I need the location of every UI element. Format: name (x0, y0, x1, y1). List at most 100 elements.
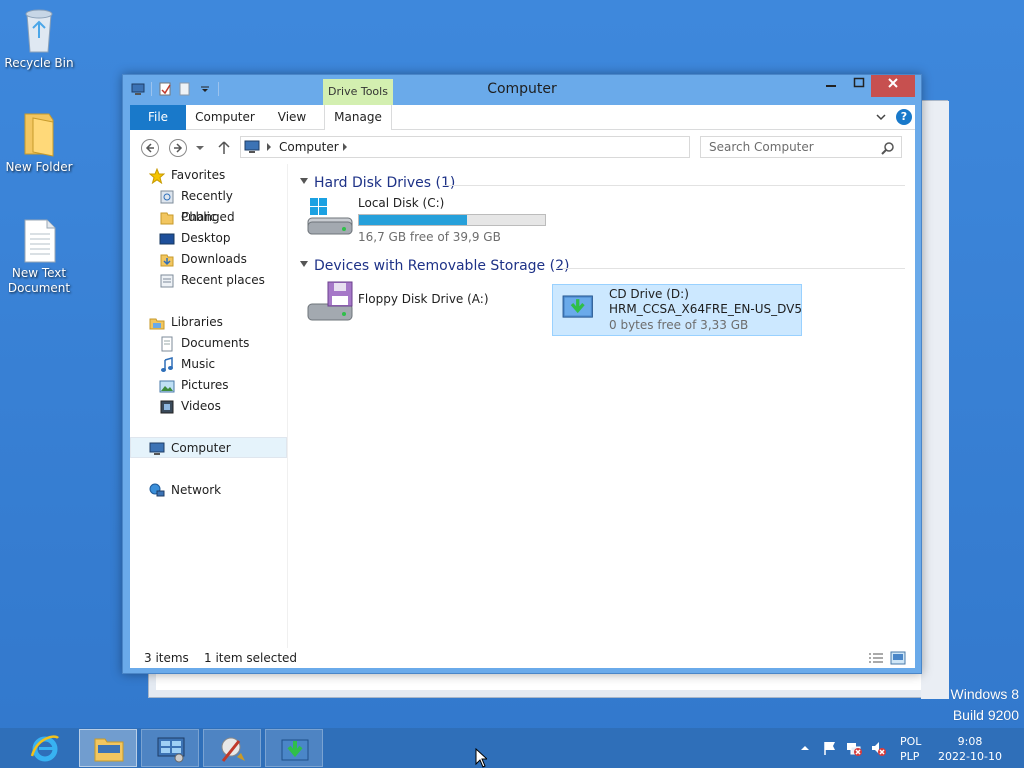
nav-network[interactable]: Network (130, 480, 287, 501)
nav-label: Documents (181, 336, 250, 350)
nav-label: Downloads (181, 252, 247, 266)
nav-label: Favorites (171, 168, 226, 182)
navigation-pane[interactable]: Favorites Recently Changed Public Deskto… (130, 164, 288, 648)
explorer-window[interactable]: Drive Tools Computer File Computer View … (122, 74, 922, 674)
text-document-icon (24, 219, 56, 263)
status-selection: 1 item selected (204, 651, 298, 665)
collapse-triangle-icon[interactable] (300, 178, 308, 184)
folder-icon (160, 212, 174, 225)
expand-ribbon-chevron-icon[interactable] (875, 111, 887, 123)
tab-view[interactable]: View (270, 105, 314, 130)
desktop-icon-recycle-bin[interactable]: Recycle Bin (2, 6, 76, 71)
drive-c-name: Local Disk (C:) (358, 196, 445, 210)
hard-disk-windows-icon (307, 198, 353, 235)
group-divider (445, 185, 905, 186)
recent-locations-dropdown-icon[interactable] (194, 138, 206, 158)
nav-recent-places[interactable]: Recent places (130, 270, 287, 291)
nav-label: Desktop (181, 231, 231, 245)
items-pane[interactable]: Hard Disk Drives (1) Local Disk (C:) 16,… (290, 164, 915, 648)
clock[interactable]: 9:08 2022-10-10 (936, 734, 1004, 764)
taskbar-file-explorer[interactable] (79, 729, 137, 767)
nav-videos[interactable]: Videos (130, 396, 287, 417)
desktop-icon-new-text-document[interactable]: New Text Document (2, 218, 76, 296)
large-icons-view-icon[interactable] (890, 651, 906, 665)
group-divider (556, 268, 905, 269)
nav-label: Network (171, 483, 222, 497)
drive-c-usage-bar (358, 214, 546, 226)
volume-muted-icon[interactable] (870, 740, 886, 756)
pictures-icon (159, 380, 175, 393)
drive-d-free-space: 0 bytes free of 3,33 GB (609, 318, 749, 332)
desktop-icon-new-folder[interactable]: New Folder (2, 110, 76, 175)
show-hidden-icons-chevron-icon[interactable] (800, 740, 810, 756)
tab-computer[interactable]: Computer (190, 105, 260, 130)
close-button[interactable] (871, 75, 915, 97)
search-box[interactable]: Search Computer (700, 136, 902, 158)
drive-d[interactable]: CD Drive (D:) HRM_CCSA_X64FRE_EN-US_DV5 … (552, 284, 802, 336)
breadcrumb-separator-icon[interactable] (265, 142, 273, 152)
floppy-drive-icon (307, 281, 353, 321)
nav-libraries[interactable]: Libraries (130, 312, 287, 333)
nav-label: Public (181, 210, 217, 224)
control-panel-icon (157, 737, 185, 763)
back-arrow-icon[interactable] (140, 138, 160, 158)
language-code: POL (900, 735, 922, 748)
minimize-button[interactable] (817, 75, 845, 97)
address-bar[interactable]: Computer (240, 136, 788, 158)
network-disconnected-icon[interactable] (846, 740, 862, 756)
nav-favorites[interactable]: Favorites (130, 165, 287, 186)
up-arrow-icon[interactable] (214, 138, 234, 158)
nav-computer[interactable]: Computer (130, 437, 287, 458)
title-bar[interactable]: Drive Tools Computer (123, 75, 921, 105)
collapse-triangle-icon[interactable] (300, 261, 308, 267)
tab-file[interactable]: File (130, 105, 186, 130)
nav-desktop[interactable]: Desktop (130, 228, 287, 249)
nav-downloads[interactable]: Downloads (130, 249, 287, 270)
drive-a[interactable]: Floppy Disk Drive (A:) (302, 276, 552, 328)
group-header-removable-storage[interactable]: Devices with Removable Storage (2) (300, 258, 569, 278)
watermark-build: Build 9200 (952, 707, 1019, 723)
taskbar-control-panel[interactable] (141, 729, 199, 767)
maximize-button[interactable] (845, 75, 873, 97)
taskbar-internet-explorer[interactable] (16, 729, 74, 767)
nav-music[interactable]: Music (130, 354, 287, 375)
nav-pictures[interactable]: Pictures (130, 375, 287, 396)
internet-explorer-icon (30, 735, 59, 762)
window-title: Computer (487, 81, 557, 97)
taskbar-disk-cleanup[interactable] (203, 729, 261, 767)
desktop-icon-label: New Folder (5, 160, 73, 174)
recent-folder-icon (160, 190, 174, 204)
nav-public[interactable]: Public (130, 207, 287, 228)
nav-label: Recent places (181, 273, 265, 287)
details-view-icon[interactable] (868, 651, 884, 665)
watermark-edition: Windows 8 (950, 686, 1019, 702)
drive-c-usage-fill (359, 215, 467, 225)
search-icon[interactable] (881, 141, 895, 155)
taskbar-installer[interactable] (265, 729, 323, 767)
breadcrumb-separator-icon[interactable] (341, 142, 349, 152)
taskbar: POL PLP 9:08 2022-10-10 (0, 728, 1024, 768)
documents-icon (161, 336, 173, 352)
keyboard-layout: PLP (900, 750, 920, 763)
downloads-folder-icon (160, 254, 174, 267)
action-center-flag-icon[interactable] (822, 740, 838, 756)
computer-icon (244, 140, 260, 153)
tab-manage[interactable]: Manage (324, 105, 392, 130)
file-explorer-icon (94, 738, 124, 762)
drive-c[interactable]: Local Disk (C:) 16,7 GB free of 39,9 GB (302, 192, 552, 244)
nav-documents[interactable]: Documents (130, 333, 287, 354)
status-bar: 3 items 1 item selected (130, 648, 915, 668)
disk-cleanup-icon (221, 737, 245, 762)
explorer-content: Favorites Recently Changed Public Deskto… (130, 164, 915, 648)
computer-icon (149, 442, 165, 455)
breadcrumb-computer[interactable]: Computer (279, 140, 339, 154)
forward-arrow-icon[interactable] (168, 138, 188, 158)
input-language-indicator[interactable]: POL PLP (900, 734, 921, 764)
mouse-cursor-icon (475, 748, 487, 768)
nav-recently-changed[interactable]: Recently Changed (130, 186, 287, 224)
nav-label: Libraries (171, 315, 223, 329)
music-note-icon (161, 357, 173, 372)
status-item-count: 3 items (144, 651, 189, 665)
help-icon[interactable]: ? (896, 109, 912, 125)
videos-icon (160, 400, 174, 414)
